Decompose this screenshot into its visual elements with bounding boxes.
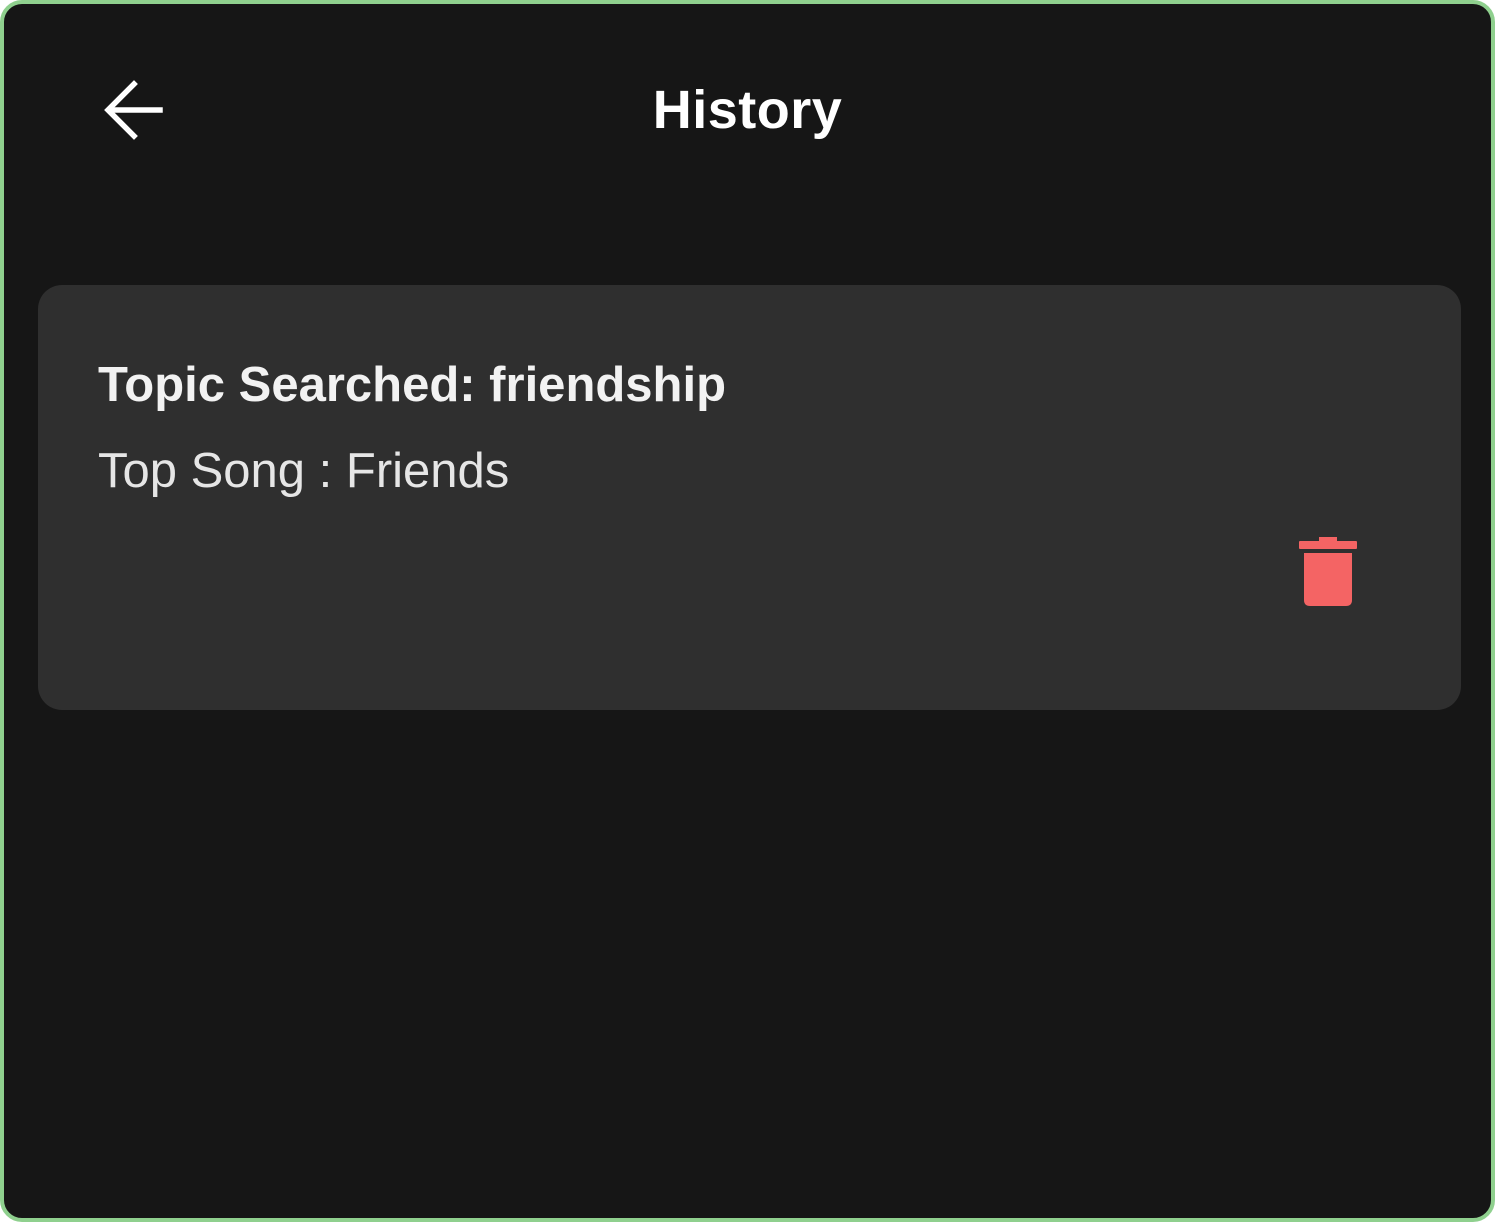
topic-searched-text: Topic Searched: friendship: [98, 358, 727, 412]
page-title: History: [652, 80, 843, 140]
app-header: History: [4, 4, 1491, 214]
history-list: Topic Searched: friendship Top Song : Fr…: [38, 285, 1461, 710]
top-song-text: Top Song : Friends: [98, 444, 510, 498]
delete-button[interactable]: [1283, 527, 1373, 617]
trash-icon: [1299, 537, 1357, 606]
app-screen: History Topic Searched: friendship Top S…: [0, 0, 1495, 1222]
history-card: Topic Searched: friendship Top Song : Fr…: [38, 285, 1461, 710]
